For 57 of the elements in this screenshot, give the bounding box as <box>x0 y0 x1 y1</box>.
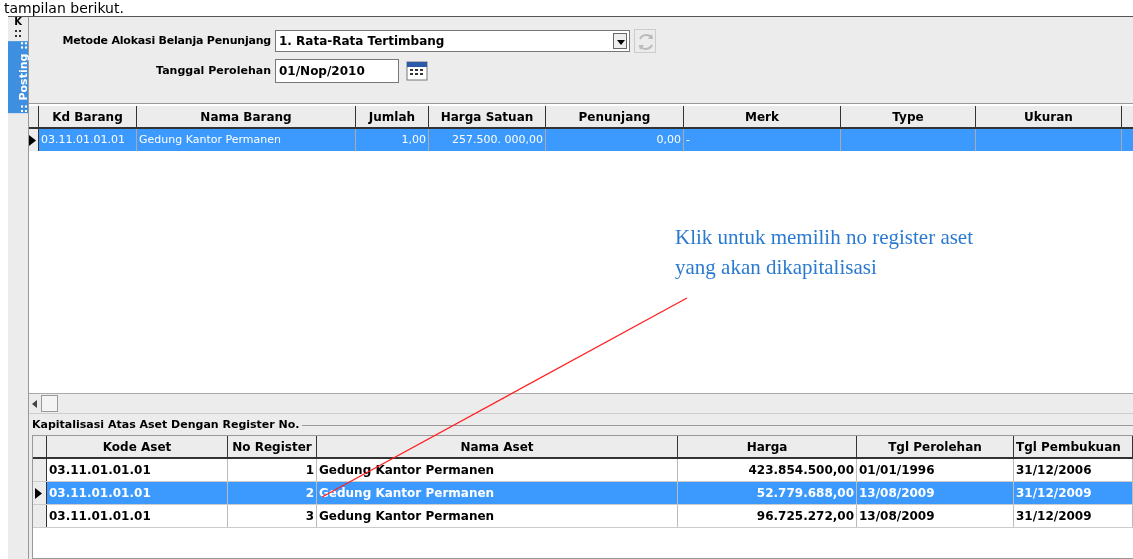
table-cell-text: Gedung Kantor Permanen <box>139 131 281 148</box>
table-cell-text: 03.11.01.01.01 <box>49 508 151 525</box>
table-cell-text: 01/01/1996 <box>859 462 935 479</box>
row-indicator[interactable] <box>33 459 47 481</box>
row-indicator[interactable] <box>33 505 47 527</box>
table-cell-text: 96.725.272,00 <box>756 508 854 525</box>
row-indicator[interactable] <box>33 482 47 504</box>
table-cell-text: 13/08/2009 <box>859 508 935 525</box>
date-field[interactable]: 01/Nop/2010 <box>275 59 399 83</box>
column-header[interactable]: Penunjang <box>546 106 684 127</box>
row-pointer-icon <box>35 487 42 499</box>
register-row[interactable]: 03.11.01.01.01 3 Gedung Kantor Permanen 96.725.272,00 13/08/2009 31/12/2009 <box>33 505 1133 528</box>
annotation-text: Klik untuk memilih no register aset yang akan dikapitalisasi <box>675 224 975 281</box>
table-cell-text: 3 <box>305 508 314 525</box>
row-pointer-icon <box>29 134 36 146</box>
register-row[interactable]: 03.11.01.01.01 1 Gedung Kantor Permanen 423.854.500,00 01/01/1996 31/12/2006 <box>33 459 1133 482</box>
calendar-icon[interactable] <box>405 59 429 83</box>
table-cell-text: 423.854.500,00 <box>748 462 854 479</box>
date-label: Tanggal Perolehan <box>155 62 271 79</box>
scroll-left-icon[interactable] <box>32 399 38 408</box>
column-header[interactable]: Type <box>841 106 976 127</box>
table-cell-text: 257.500. 000,00 <box>452 131 543 148</box>
row-indicator[interactable] <box>29 129 39 151</box>
column-header[interactable]: Tgl Pembukuan <box>1014 436 1133 457</box>
method-dropdown[interactable]: 1. Rata-Rata Tertimbang <box>275 30 630 52</box>
panel-mark: K <box>14 17 22 27</box>
table-cell-text: 31/12/2009 <box>1016 508 1092 525</box>
column-header[interactable]: Kode Aset <box>47 436 228 457</box>
column-header[interactable]: Ukuran <box>976 106 1122 127</box>
column-header[interactable]: Harga Satuan <box>429 106 546 127</box>
column-header[interactable]: Kd Barang <box>39 106 137 127</box>
column-header[interactable]: Harga <box>678 436 857 457</box>
column-header[interactable]: No Register <box>228 436 317 457</box>
table-cell-text: Gedung Kantor Permanen <box>319 508 495 525</box>
group-title: Kapitalisasi Atas Aset Dengan Register No. <box>32 418 302 432</box>
document-text: tampilan berikut. <box>3 0 125 16</box>
table-cell-text: 03.11.01.01.01 <box>49 485 151 502</box>
grip-icon <box>15 30 21 38</box>
scrollbar-thumb[interactable] <box>41 395 58 412</box>
table-cell-text: 1 <box>305 462 314 479</box>
table-cell-text: 2 <box>305 485 314 502</box>
table-cell-text: 31/12/2006 <box>1016 462 1092 479</box>
column-header[interactable]: Tgl Perolehan <box>857 436 1014 457</box>
column-header[interactable]: Merk <box>684 106 841 127</box>
table-cell-text: 52.779.688,00 <box>756 485 854 502</box>
method-label: Metode Alokasi Belanja Penunjang <box>61 32 271 49</box>
table-cell-text: 31/12/2009 <box>1016 485 1092 502</box>
table-cell-text: 03.11.01.01.01 <box>49 462 151 479</box>
column-header[interactable]: Jumlah <box>356 106 429 127</box>
table-cell-text: 0,00 <box>656 131 681 148</box>
column-header[interactable]: Nama Barang <box>137 106 356 127</box>
table-cell-text: 03.11.01.01.01 <box>41 131 125 148</box>
table-cell-text: - <box>686 131 690 148</box>
column-header[interactable]: Nama Aset <box>317 436 678 457</box>
table-cell-text: 1,00 <box>401 131 426 148</box>
table-cell-text: 13/08/2009 <box>859 485 935 502</box>
table-cell-text: Gedung Kantor Permanen <box>319 462 495 479</box>
